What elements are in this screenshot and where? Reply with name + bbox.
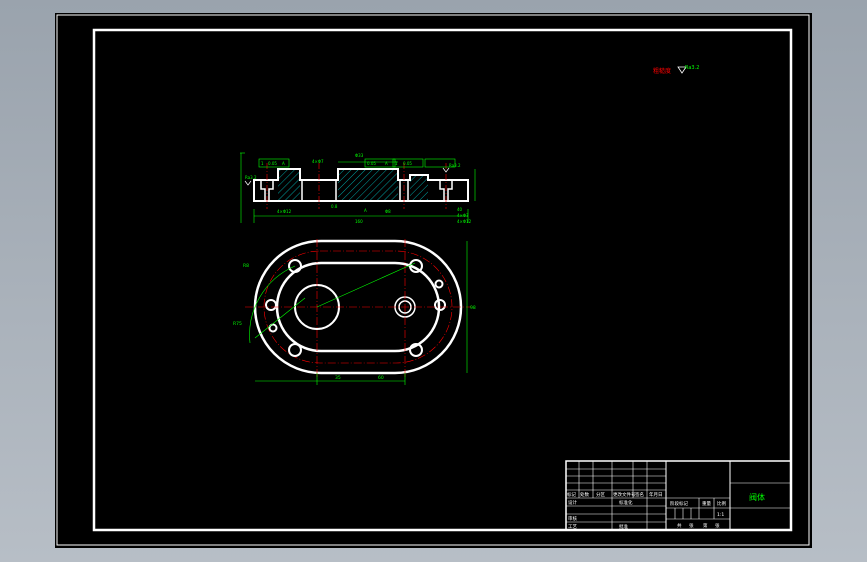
tb-scale-value: 1:1 — [717, 512, 724, 518]
bolt-hole-2 — [288, 343, 302, 357]
tb-row-4: 工艺 — [568, 524, 577, 530]
tb-weight-label: 重量 — [702, 500, 711, 507]
front-fcf-4: 0.05 — [367, 161, 376, 166]
front-right-2: 4×Φ7 — [457, 213, 469, 218]
tb-sheet-2: 张 — [689, 522, 694, 529]
tb-stage-label: 阶段标记 — [670, 500, 688, 507]
top-dim-right: 98 — [470, 305, 476, 311]
tb-row-right-4: 批准 — [619, 523, 628, 530]
hatch-center — [338, 169, 398, 201]
front-roughness-right: Ra3.2 — [449, 163, 461, 168]
drawing-title: 阀体 — [749, 492, 765, 502]
cad-viewport[interactable]: 粗糙度 Ra3.2 1 0.05 A 4×Φ7 0.05 A 1 0.05 Φ3… — [55, 13, 812, 548]
pin-hole-2 — [434, 279, 444, 289]
tb-header-2: 处数 — [580, 491, 589, 498]
front-fcf-7: 0.05 — [403, 161, 412, 166]
drawing-canvas: 粗糙度 Ra3.2 1 0.05 A 4×Φ7 0.05 A 1 0.05 Φ3… — [56, 14, 810, 546]
front-right-1: 40 — [457, 207, 463, 212]
tb-header-5: 签名 — [635, 491, 644, 498]
bolt-circle-path — [263, 250, 453, 364]
roughness-left-icon — [244, 180, 252, 186]
front-bottom-2: 0.8 — [331, 204, 338, 209]
front-dim-holes: 4×Φ7 — [312, 159, 324, 164]
tb-scale-label: 比例 — [717, 500, 726, 507]
front-roughness-left: Ra3.2 — [245, 175, 257, 180]
tb-sheet-1: 共 — [677, 522, 682, 529]
tb-sheet-3: 第 — [703, 522, 708, 529]
front-bottom-4: Φ8 — [385, 209, 391, 214]
tb-header-6: 年月日 — [649, 491, 663, 498]
tb-row-1: 设计 — [568, 499, 577, 506]
front-fcf-1: 1 — [261, 161, 264, 166]
top-dim-left-2: R75 — [233, 321, 242, 327]
front-dim-top: Φ33 — [355, 153, 364, 158]
front-bottom-1: 4×Φ12 — [277, 209, 292, 214]
top-dim-bottom-1: 35 — [335, 375, 341, 381]
tb-header-1: 标记 — [567, 491, 576, 498]
bolt-hole-5 — [265, 299, 277, 311]
tb-header-4: 更改文件号 — [613, 491, 636, 498]
front-fcf-2: 0.05 — [268, 161, 277, 166]
hatch-left — [278, 169, 300, 201]
front-right-3: 4×Φ12 — [457, 219, 472, 224]
top-dim-bottom-2: 60 — [378, 375, 384, 381]
front-bottom-3: A — [364, 208, 367, 213]
sheet-outer-border — [56, 14, 810, 546]
drawing-frame — [92, 28, 793, 532]
tb-sheet-4: 张 — [715, 522, 720, 529]
top-plan-view: R8 R75 98 35 60 — [233, 239, 476, 385]
front-fcf-3: A — [282, 161, 285, 166]
roughness-note-value: Ra3.2 — [685, 65, 699, 71]
front-section-view: 1 0.05 A 4×Φ7 0.05 A 1 0.05 Φ33 Ra3.2 Ra… — [240, 152, 476, 224]
tb-header-3: 分区 — [596, 491, 605, 498]
front-bottom-5: 160 — [355, 219, 363, 224]
tb-row-3: 审核 — [568, 515, 577, 522]
tb-row-right-1: 标准化 — [619, 499, 633, 506]
front-fcf-5: A — [385, 161, 388, 166]
top-dim-left: R8 — [243, 263, 249, 269]
hatch-right — [410, 175, 428, 201]
roughness-note-label: 粗糙度 — [653, 67, 671, 75]
